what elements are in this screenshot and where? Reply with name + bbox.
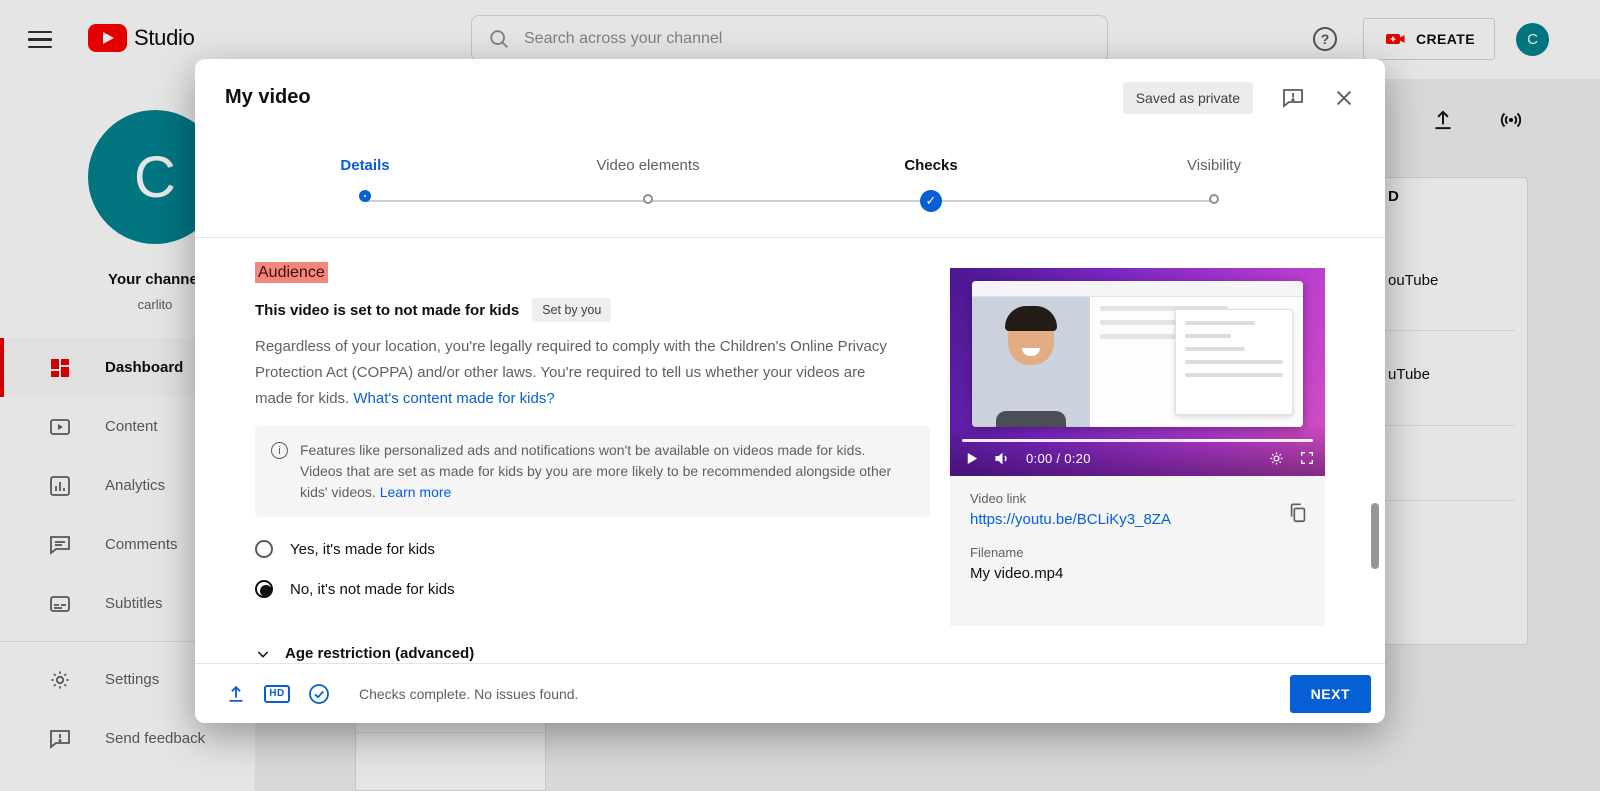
close-icon xyxy=(1336,90,1352,105)
step-checks[interactable]: Checks xyxy=(821,156,1041,212)
set-by-you-badge: Set by you xyxy=(532,298,612,322)
info-icon: i xyxy=(271,442,288,459)
learn-more-link[interactable]: Learn more xyxy=(380,484,452,500)
checks-status-text: Checks complete. No issues found. xyxy=(359,685,579,702)
playback-time: 0:00 / 0:20 xyxy=(1026,450,1091,466)
fullscreen-button[interactable] xyxy=(1299,450,1315,466)
player-settings-button[interactable] xyxy=(1268,450,1285,467)
filename-value: My video.mp4 xyxy=(970,565,1064,582)
upload-stepper: Details Video elements Checks Visibility xyxy=(195,136,1385,237)
player-controls: 0:00 / 0:20 xyxy=(964,445,1315,471)
video-player[interactable]: 0:00 / 0:20 xyxy=(950,268,1325,476)
play-button[interactable] xyxy=(964,451,979,466)
radio-yes-made-for-kids[interactable]: Yes, it's made for kids xyxy=(255,529,935,569)
feedback-icon xyxy=(1283,88,1303,108)
checks-complete-icon xyxy=(307,682,331,706)
upload-complete-icon xyxy=(225,683,247,705)
made-for-kids-link[interactable]: What's content made for kids? xyxy=(353,390,554,407)
step-details-dot xyxy=(359,190,371,202)
video-frame xyxy=(972,281,1303,427)
video-link[interactable]: https://youtu.be/BCLiKy3_8ZA xyxy=(970,511,1305,528)
radio-not-made-for-kids[interactable]: No, it's not made for kids xyxy=(255,569,935,609)
chevron-down-icon xyxy=(257,650,269,658)
video-link-label: Video link xyxy=(970,491,1027,506)
step-checks-check-icon xyxy=(920,190,942,212)
dialog-header: My video Saved as private xyxy=(195,59,1385,136)
radio-unselected-icon[interactable] xyxy=(255,540,273,558)
seek-bar[interactable] xyxy=(962,439,1313,442)
step-video-elements[interactable]: Video elements xyxy=(538,156,758,204)
filename-label: Filename xyxy=(970,545,1024,560)
copy-link-button[interactable] xyxy=(1287,502,1309,529)
volume-button[interactable] xyxy=(993,449,1012,468)
dialog-footer: HD Checks complete. No issues found. NEX… xyxy=(195,663,1385,723)
saved-status-badge: Saved as private xyxy=(1122,81,1253,114)
close-dialog-button[interactable] xyxy=(1333,87,1355,109)
dialog-scrollbar[interactable] xyxy=(1371,503,1379,569)
made-for-kids-radio-group: Yes, it's made for kids No, it's not mad… xyxy=(255,529,935,609)
youtube-studio-app: Studio ? CREATE C C Your channel carlito… xyxy=(0,0,1600,791)
audience-section: Audience This video is set to not made f… xyxy=(255,238,935,662)
step-visibility-dot xyxy=(1209,194,1219,204)
video-preview-panel: 0:00 / 0:20 Video link https://youtu.be/… xyxy=(950,268,1325,626)
dialog-body: Audience This video is set to not made f… xyxy=(195,238,1385,663)
audience-heading: Audience xyxy=(255,262,935,283)
video-edit-dialog: My video Saved as private Details Video … xyxy=(195,59,1385,723)
copy-icon xyxy=(1290,503,1306,523)
coppa-legal-text: Regardless of your location, you're lega… xyxy=(255,338,887,407)
age-restriction-expander[interactable]: Age restriction (advanced) xyxy=(255,645,935,662)
audience-status-text: This video is set to not made for kids xyxy=(255,301,520,319)
video-details-panel: Video link https://youtu.be/BCLiKy3_8ZA … xyxy=(950,476,1325,626)
kids-info-box: i Features like personalized ads and not… xyxy=(255,426,930,517)
presenter-webcam xyxy=(972,297,1090,427)
hd-processing-icon: HD xyxy=(264,684,290,703)
dialog-title: My video xyxy=(225,86,311,108)
screen-share-content xyxy=(1090,297,1303,427)
next-button[interactable]: NEXT xyxy=(1289,674,1371,713)
stepper-line xyxy=(365,200,1214,202)
step-details[interactable]: Details xyxy=(255,156,475,202)
step-video-elements-dot xyxy=(643,194,653,204)
send-feedback-button[interactable] xyxy=(1281,86,1305,110)
step-visibility[interactable]: Visibility xyxy=(1104,156,1324,204)
radio-selected-icon[interactable] xyxy=(255,580,273,598)
